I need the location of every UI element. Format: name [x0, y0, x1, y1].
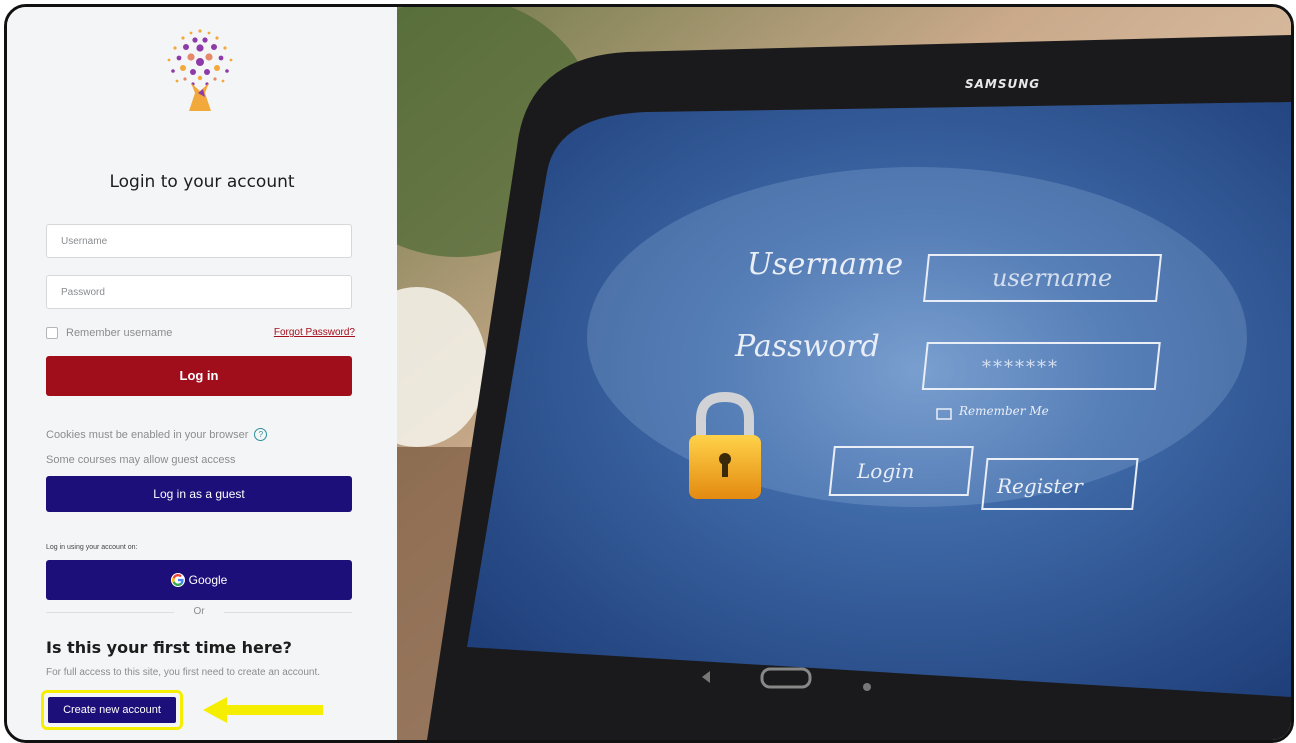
google-login-button[interactable]: Google	[46, 560, 352, 600]
cookies-text: Cookies must be enabled in your browser	[46, 428, 249, 441]
arrow-left-icon	[203, 697, 323, 723]
photo-brand: SAMSUNG	[965, 77, 1041, 91]
tree-logo-icon	[167, 29, 233, 111]
photo-username-label: Username	[747, 247, 904, 282]
photo-remember-label: Remember Me	[959, 404, 1049, 418]
guest-access-text: Some courses may allow guest access	[46, 454, 236, 466]
cookies-notice: Cookies must be enabled in your browser …	[46, 428, 268, 441]
hero-photo: SAMSUNG Username username Password *****…	[397, 7, 1291, 740]
or-divider: Or	[46, 605, 352, 619]
photo-password-label: Password	[735, 329, 880, 364]
window-frame: Login to your account Remember username …	[4, 4, 1294, 743]
photo-register-label: Register	[997, 474, 1083, 498]
forgot-password-link[interactable]: Forgot Password?	[274, 327, 355, 338]
photo-login-label: Login	[857, 459, 915, 483]
username-input[interactable]	[46, 224, 352, 258]
signup-description: For full access to this site, you first …	[46, 667, 321, 678]
google-icon	[170, 573, 185, 587]
guest-login-button[interactable]: Log in as a guest	[46, 476, 352, 512]
create-account-button[interactable]: Create new account	[48, 697, 176, 723]
help-icon[interactable]: ?	[254, 428, 268, 441]
sso-label: Log in using your account on:	[46, 544, 138, 551]
create-account-highlight: Create new account	[41, 690, 183, 730]
remember-username[interactable]: Remember username	[46, 327, 172, 339]
remember-checkbox[interactable]	[46, 327, 58, 339]
remember-label: Remember username	[66, 327, 173, 339]
login-title: Login to your account	[109, 172, 295, 192]
tablet-illustration	[397, 7, 1291, 740]
or-text: Or	[193, 606, 205, 617]
login-button[interactable]: Log in	[46, 356, 352, 396]
photo-username-value: username	[992, 264, 1113, 292]
password-input[interactable]	[46, 275, 352, 309]
photo-password-value: *******	[982, 357, 1059, 378]
signup-heading: Is this your first time here?	[46, 638, 292, 657]
login-panel: Login to your account Remember username …	[7, 7, 397, 740]
google-button-label: Google	[188, 573, 228, 587]
